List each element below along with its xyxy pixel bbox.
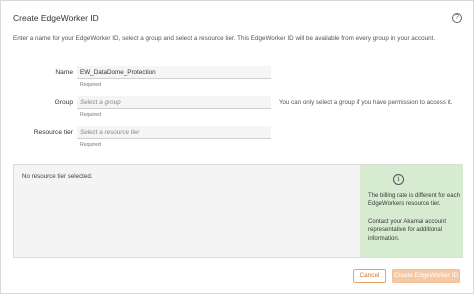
name-input[interactable]: EW_DataDome_Protection bbox=[77, 66, 271, 79]
dialog: Create EdgeWorker ID ? Enter a name for … bbox=[0, 0, 474, 294]
resource-tier-panel: No resource tier selected. i The billing… bbox=[13, 164, 463, 258]
dialog-title: Create EdgeWorker ID bbox=[13, 13, 99, 23]
tier-label: Resource tier bbox=[33, 129, 73, 136]
question-circle-icon[interactable]: ? bbox=[452, 13, 462, 23]
create-edgeworker-button[interactable]: Create EdgeWorker ID bbox=[392, 269, 460, 283]
no-tier-text: No resource tier selected. bbox=[22, 173, 93, 180]
resource-tier-select[interactable]: Select a resource tier bbox=[77, 126, 271, 139]
group-label: Group bbox=[54, 99, 73, 106]
name-required-text: Required bbox=[80, 82, 102, 88]
contact-info-text: Contact your Akamai account representati… bbox=[368, 219, 447, 242]
info-circle-icon: i bbox=[393, 174, 404, 185]
cancel-button[interactable]: Cancel bbox=[353, 269, 386, 283]
billing-info-text: The billing rate is different for each E… bbox=[368, 193, 460, 208]
tier-required-text: Required bbox=[80, 142, 102, 148]
group-hint: You can only select a group if you have … bbox=[279, 99, 453, 106]
billing-info-box: i The billing rate is different for each… bbox=[360, 165, 463, 257]
intro-text: Enter a name for your EdgeWorker ID, sel… bbox=[13, 35, 436, 42]
group-select[interactable]: Select a group bbox=[77, 96, 271, 109]
name-label: Name bbox=[55, 69, 73, 76]
group-required-text: Required bbox=[80, 112, 102, 118]
